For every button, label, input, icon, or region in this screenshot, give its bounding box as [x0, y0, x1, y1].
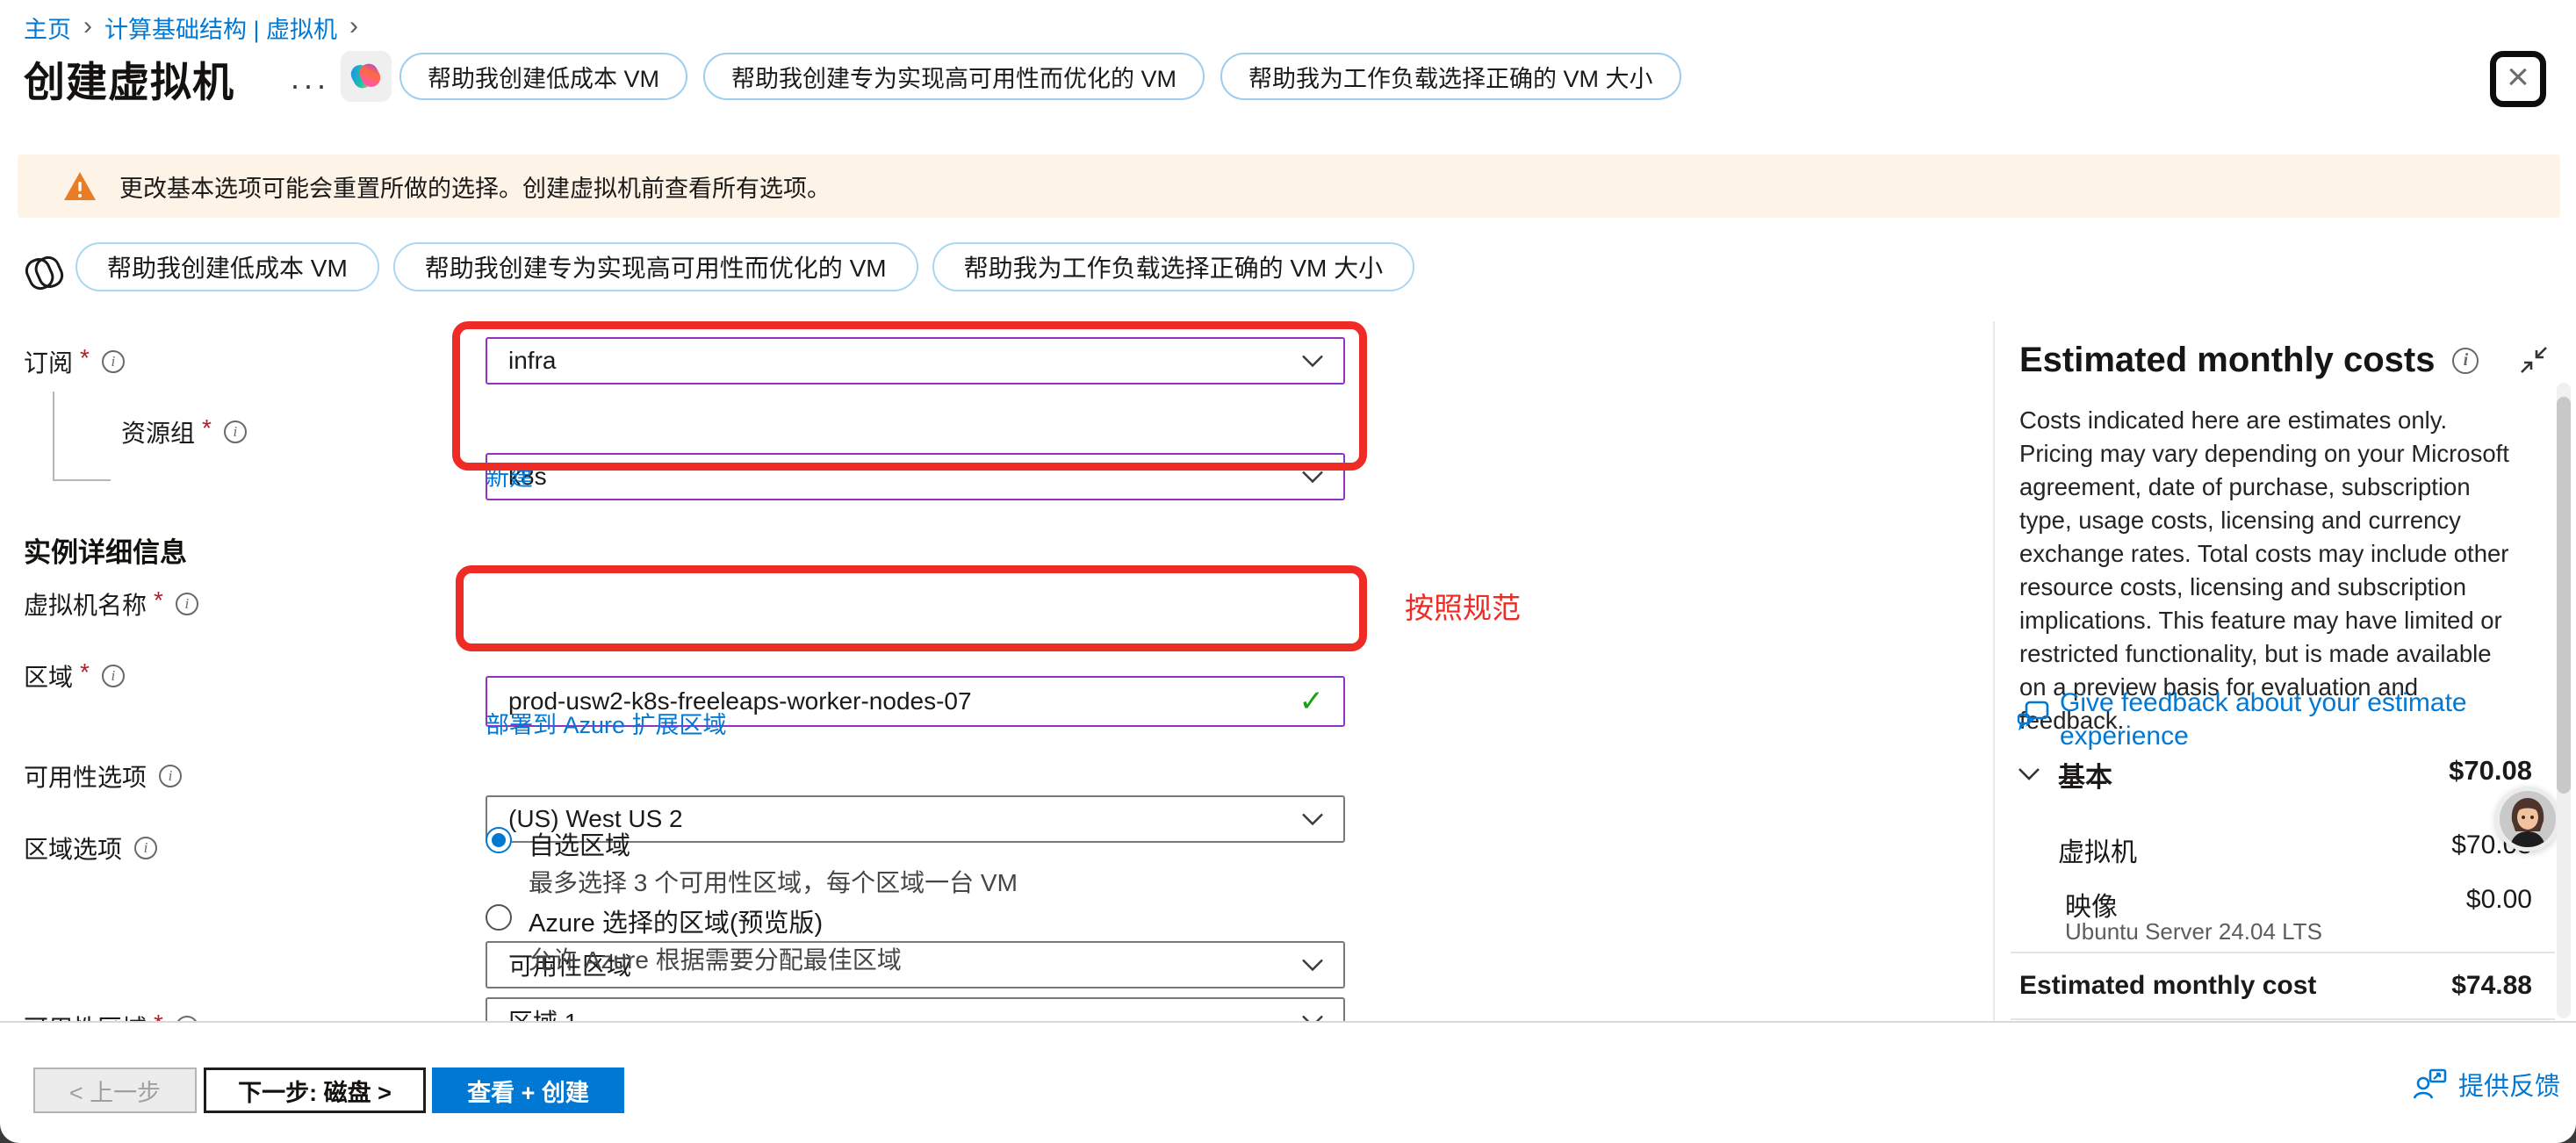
required-marker: * [154, 1010, 163, 1021]
subscription-value: infra [508, 347, 556, 375]
copilot-suggestion-low-cost[interactable]: 帮助我创建低成本 VM [76, 242, 379, 291]
copilot-suggestions-title-row: 帮助我创建低成本 VM 帮助我创建专为实现高可用性而优化的 VM 帮助我为工作负… [399, 53, 1681, 100]
previous-step-button[interactable]: < 上一步 [33, 1068, 197, 1113]
breadcrumb-separator-icon: › [83, 11, 92, 41]
copilot-suggestion-low-cost[interactable]: 帮助我创建低成本 VM [399, 53, 687, 100]
assistant-avatar[interactable] [2495, 787, 2560, 852]
required-marker: * [202, 414, 212, 442]
cost-row-basic-label: 基本 [2058, 755, 2112, 794]
more-options-button[interactable]: ··· [290, 67, 329, 104]
chevron-down-icon [1301, 471, 1324, 484]
warning-icon [63, 171, 97, 201]
scrollbar-thumb[interactable] [2557, 397, 2571, 794]
close-button[interactable]: × [2490, 51, 2546, 107]
clipped-form-row: 可用性区域* i 区域 1 [0, 990, 1932, 1021]
radio-azure-selected-zones-label[interactable]: Azure 选择的区域(预览版) [529, 902, 823, 939]
field-connector-line [53, 479, 111, 481]
radio-self-select-zones-label[interactable]: 自选区域 [529, 825, 630, 862]
annotation-note: 按照规范 [1405, 585, 1521, 627]
cost-divider [2011, 1018, 2555, 1020]
cost-row-vm-label: 虚拟机 [2058, 830, 2137, 869]
annotation-rect-vm-name [456, 565, 1367, 651]
review-create-button[interactable]: 查看 + 创建 [432, 1068, 624, 1113]
chevron-down-icon [1301, 355, 1324, 368]
chevron-down-icon [1301, 1015, 1324, 1022]
create-vm-page: 主页 › 计算基础结构 | 虚拟机 › 创建虚拟机 ··· 帮助我创建低成本 V… [0, 0, 2576, 1143]
give-feedback-link[interactable]: 提供反馈 [2413, 1066, 2560, 1103]
copilot-suggestion-high-availability[interactable]: 帮助我创建专为实现高可用性而优化的 VM [393, 242, 918, 291]
breadcrumb: 主页 › 计算基础结构 | 虚拟机 › [24, 11, 358, 45]
required-marker: * [80, 344, 90, 372]
edge-zone-link[interactable]: 部署到 Azure 扩展区域 [486, 706, 727, 740]
info-icon[interactable]: i [102, 350, 125, 373]
availability-zone-label: 可用性区域* i [24, 1010, 198, 1021]
info-icon[interactable]: i [159, 765, 182, 787]
info-icon[interactable]: i [2452, 348, 2479, 374]
resource-group-dropdown[interactable]: k8s [486, 453, 1345, 500]
give-feedback-label: 提供反馈 [2458, 1066, 2560, 1103]
cost-panel-title: Estimated monthly costs i [2019, 341, 2479, 380]
chevron-down-icon[interactable] [2018, 767, 2040, 781]
close-icon: × [2507, 58, 2529, 97]
chevron-down-icon [1301, 959, 1324, 972]
info-icon[interactable]: i [102, 665, 125, 687]
warning-text: 更改基本选项可能会重置所做的选择。创建虚拟机前查看所有选项。 [119, 169, 831, 204]
info-icon[interactable]: i [134, 837, 157, 859]
cost-row-basic-value: $70.08 [2269, 755, 2532, 787]
create-new-resource-group-link[interactable]: 新建 [486, 458, 533, 492]
avatar-image [2500, 791, 2556, 847]
instance-details-heading: 实例详细信息 [24, 530, 187, 570]
warning-banner: 更改基本选项可能会重置所做的选择。创建虚拟机前查看所有选项。 [18, 155, 2560, 218]
collapse-panel-icon[interactable] [2518, 344, 2550, 376]
availability-zone-dropdown[interactable]: 区域 1 [486, 997, 1345, 1021]
required-marker: * [80, 658, 90, 687]
cost-row-vm-value: $70.08 [2269, 830, 2532, 860]
zone-options-label: 区域选项 i [24, 830, 157, 866]
vm-name-label: 虚拟机名称* i [24, 586, 198, 622]
page-title: 创建虚拟机 [24, 48, 234, 109]
feedback-bubbles-icon [2016, 699, 2051, 734]
copilot-icon [348, 58, 385, 95]
valid-check-icon: ✓ [1299, 684, 1325, 719]
breadcrumb-home-link[interactable]: 主页 [24, 11, 71, 45]
radio-self-select-zones-desc: 最多选择 3 个可用性区域，每个区域一台 VM [529, 864, 1018, 899]
availability-zone-value: 区域 1 [508, 1003, 578, 1021]
copilot-suggestion-vm-size[interactable]: 帮助我为工作负载选择正确的 VM 大小 [1220, 53, 1681, 100]
availability-options-label: 可用性选项 i [24, 758, 182, 794]
chevron-down-icon [1301, 813, 1324, 826]
breadcrumb-section-link[interactable]: 计算基础结构 | 虚拟机 [104, 11, 337, 45]
person-feedback-icon [2413, 1068, 2448, 1100]
info-icon[interactable]: i [224, 421, 247, 443]
next-step-disks-button[interactable]: 下一步: 磁盘 > [204, 1068, 426, 1113]
cost-row-image-value: $0.00 [2269, 885, 2532, 915]
copilot-button[interactable] [341, 51, 392, 102]
region-label: 区域* i [24, 658, 125, 694]
radio-self-select-zones[interactable] [486, 827, 512, 853]
total-cost-value: $74.88 [2269, 971, 2532, 1001]
breadcrumb-separator-icon: › [349, 11, 358, 41]
subscription-label: 订阅* i [24, 344, 125, 379]
info-icon[interactable]: i [176, 593, 198, 615]
estimate-feedback-link[interactable]: Give feedback about your estimate experi… [2060, 687, 2516, 753]
resource-group-label: 资源组* i [121, 414, 247, 449]
subscription-dropdown[interactable]: infra [486, 337, 1345, 385]
copilot-suggestion-high-availability[interactable]: 帮助我创建专为实现高可用性而优化的 VM [703, 53, 1205, 100]
copilot-suggestions-row: 帮助我创建低成本 VM 帮助我创建专为实现高可用性而优化的 VM 帮助我为工作负… [76, 242, 1414, 291]
required-marker: * [154, 586, 163, 615]
radio-azure-selected-zones-desc: 允许 Azure 根据需要分配最佳区域 [529, 941, 902, 976]
copilot-suggestion-vm-size[interactable]: 帮助我为工作负载选择正确的 VM 大小 [932, 242, 1415, 291]
footer-divider [0, 1021, 2576, 1023]
field-connector-line [53, 392, 54, 481]
cost-row-image-sub: Ubuntu Server 24.04 LTS [2065, 918, 2322, 945]
cost-divider [2011, 952, 2555, 953]
copilot-outline-icon[interactable] [21, 249, 68, 297]
radio-azure-selected-zones[interactable] [486, 904, 512, 931]
panel-divider [1993, 321, 1995, 1021]
